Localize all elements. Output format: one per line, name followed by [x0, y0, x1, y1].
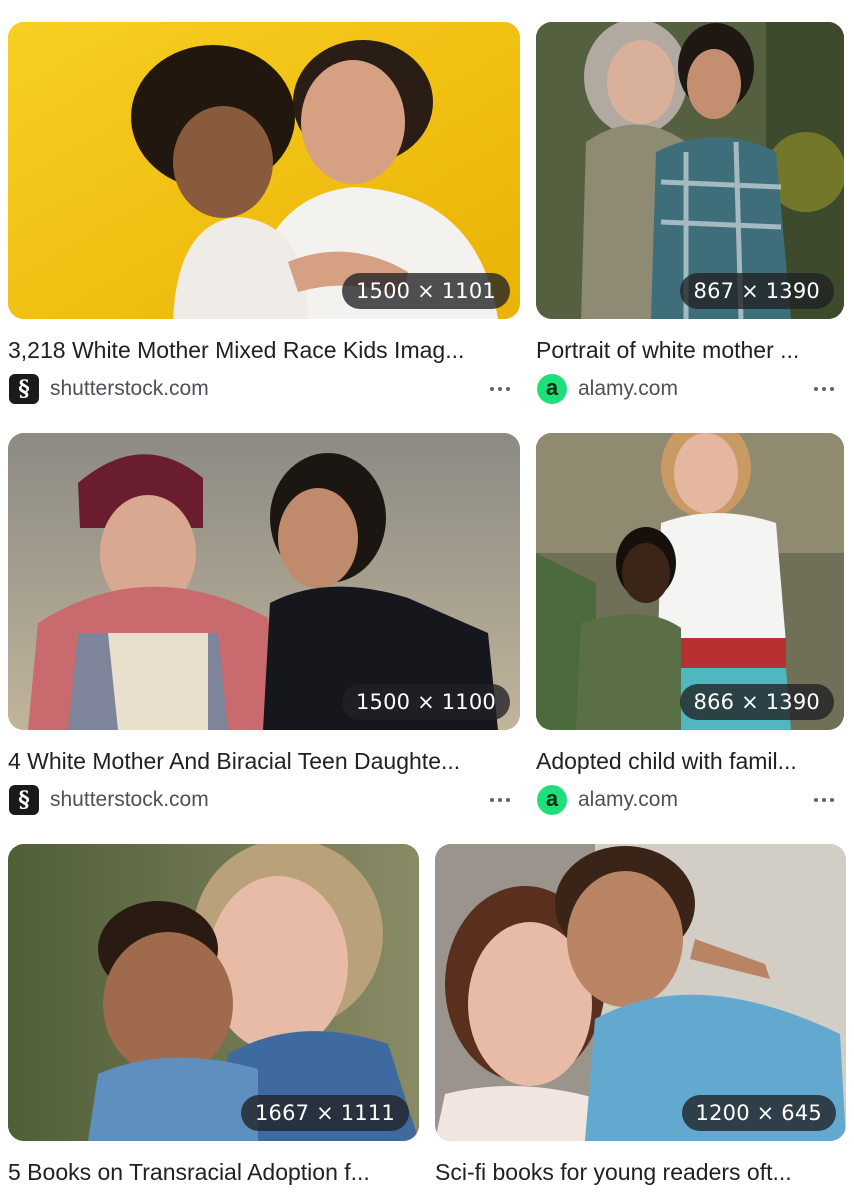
- image-dimensions-badge: 1500 × 1100: [341, 684, 510, 720]
- result-thumbnail[interactable]: 1500 × 1101: [8, 22, 520, 319]
- source-name[interactable]: alamy.com: [578, 788, 678, 812]
- image-dimensions-badge: 867 × 1390: [679, 273, 834, 309]
- image-dimensions-badge: 1200 × 645: [681, 1095, 836, 1131]
- result-title[interactable]: 4 White Mother And Biracial Teen Daughte…: [8, 746, 520, 776]
- more-options-icon[interactable]: [804, 784, 844, 816]
- result-card: 867 × 1390 Portrait of white mother ... …: [536, 22, 844, 405]
- source-row: a alamy.com: [536, 784, 844, 816]
- shutterstock-logo-icon: §: [8, 373, 40, 405]
- source-name[interactable]: shutterstock.com: [50, 788, 209, 812]
- result-card: 1200 × 645 Sci-fi books for young reader…: [435, 844, 846, 1187]
- more-options-icon[interactable]: [804, 373, 844, 405]
- result-title[interactable]: Adopted child with famil...: [536, 746, 844, 776]
- source-row: § shutterstock.com: [8, 373, 520, 405]
- result-thumbnail[interactable]: 1500 × 1100: [8, 433, 520, 730]
- result-card: 866 × 1390 Adopted child with famil... a…: [536, 433, 844, 816]
- result-title[interactable]: 5 Books on Transracial Adoption f...: [8, 1157, 419, 1187]
- image-dimensions-badge: 1667 × 1111: [240, 1095, 409, 1131]
- more-options-icon[interactable]: [480, 373, 520, 405]
- result-title[interactable]: Sci-fi books for young readers oft...: [435, 1157, 846, 1187]
- shutterstock-logo-icon: §: [8, 784, 40, 816]
- more-options-icon[interactable]: [480, 784, 520, 816]
- source-row: a alamy.com: [536, 373, 844, 405]
- result-thumbnail[interactable]: 1200 × 645: [435, 844, 846, 1141]
- result-title[interactable]: Portrait of white mother ...: [536, 335, 844, 365]
- alamy-logo-icon: a: [536, 784, 568, 816]
- result-thumbnail[interactable]: 1667 × 1111: [8, 844, 419, 1141]
- image-dimensions-badge: 866 × 1390: [679, 684, 834, 720]
- result-card: 1667 × 1111 5 Books on Transracial Adopt…: [8, 844, 419, 1187]
- source-row: § shutterstock.com: [8, 784, 520, 816]
- result-card: 1500 × 1100 4 White Mother And Biracial …: [8, 433, 520, 816]
- source-name[interactable]: shutterstock.com: [50, 377, 209, 401]
- result-card: 1500 × 1101 3,218 White Mother Mixed Rac…: [8, 22, 520, 405]
- result-thumbnail[interactable]: 866 × 1390: [536, 433, 844, 730]
- alamy-logo-icon: a: [536, 373, 568, 405]
- source-name[interactable]: alamy.com: [578, 377, 678, 401]
- result-title[interactable]: 3,218 White Mother Mixed Race Kids Imag.…: [8, 335, 520, 365]
- result-thumbnail[interactable]: 867 × 1390: [536, 22, 844, 319]
- image-dimensions-badge: 1500 × 1101: [341, 273, 510, 309]
